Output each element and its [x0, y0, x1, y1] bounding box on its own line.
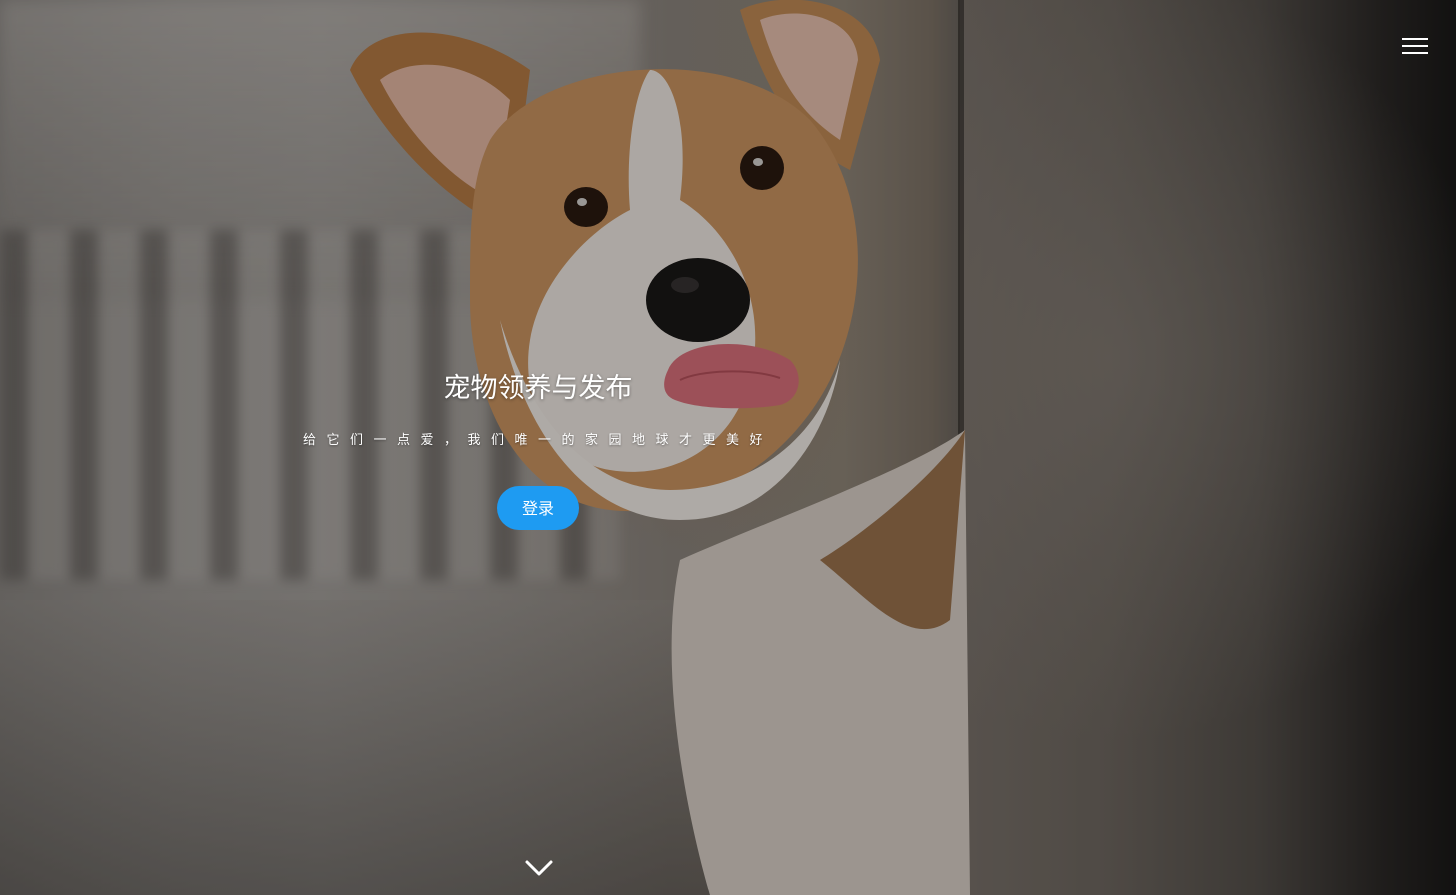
hero-section: 宠物领养与发布 给它们一点爱，我们唯一的家园地球才更美好 登录	[0, 0, 1456, 895]
page-title: 宠物领养与发布	[443, 373, 633, 404]
chevron-down-icon	[525, 860, 553, 876]
scroll-down-button[interactable]	[524, 858, 554, 878]
hero-content: 宠物领养与发布 给它们一点爱，我们唯一的家园地球才更美好 登录	[248, 366, 828, 530]
menu-button[interactable]	[1402, 38, 1428, 58]
hero-subtitle: 给它们一点爱，我们唯一的家园地球才更美好	[302, 433, 773, 448]
login-button[interactable]: 登录	[497, 486, 579, 530]
hamburger-menu-icon	[1402, 38, 1428, 40]
